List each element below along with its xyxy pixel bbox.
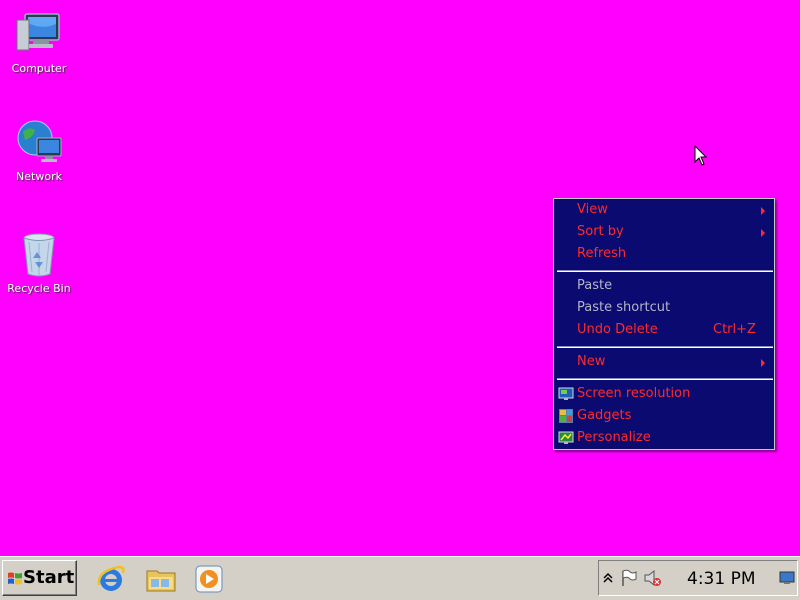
menu-item-gadgets[interactable]: Gadgets [555, 405, 773, 427]
menu-item-label: Undo Delete [577, 322, 658, 337]
menu-item-view[interactable]: View [555, 199, 773, 221]
menu-item-paste-shortcut: Paste shortcut [555, 297, 773, 319]
windows-explorer-icon[interactable] [145, 563, 177, 595]
submenu-arrow-icon [761, 207, 765, 215]
menu-item-personalize[interactable]: Personalize [555, 427, 773, 449]
menu-separator [557, 270, 773, 272]
menu-item-label: Sort by [577, 224, 624, 239]
menu-item-label: Paste [577, 278, 613, 293]
desktop-icon-network[interactable]: Network [1, 118, 77, 183]
menu-item-new[interactable]: New [555, 351, 773, 373]
windows-logo-icon [8, 572, 22, 585]
menu-item-label: View [577, 202, 608, 217]
recycle-bin-icon [15, 230, 63, 278]
taskbar-clock[interactable]: 4:31 PM [687, 569, 756, 589]
notification-area: 4:31 PM [598, 560, 798, 596]
personalize-icon [558, 431, 574, 444]
desktop-icon-computer[interactable]: Computer [1, 10, 77, 75]
desktop-context-menu: View Sort by Refresh Paste Paste shortcu… [553, 198, 775, 450]
menu-item-label: New [577, 354, 606, 369]
start-button-label: Start [23, 567, 75, 588]
start-button[interactable]: Start [2, 560, 77, 596]
show-hidden-icons-chevron[interactable] [603, 572, 613, 584]
menu-item-paste: Paste [555, 275, 773, 297]
computer-icon [15, 10, 63, 58]
menu-item-label: Personalize [577, 430, 651, 445]
taskbar: Start 4:31 PM [0, 556, 800, 600]
submenu-arrow-icon [761, 359, 765, 367]
media-player-icon[interactable] [193, 563, 225, 595]
desktop-icon-recycle-bin[interactable]: Recycle Bin [1, 230, 77, 295]
menu-item-sort-by[interactable]: Sort by [555, 221, 773, 243]
menu-item-undo-delete[interactable]: Undo Delete Ctrl+Z [555, 319, 773, 341]
menu-separator [557, 378, 773, 380]
submenu-arrow-icon [761, 229, 765, 237]
volume-muted-icon[interactable] [643, 569, 663, 587]
desktop-icon-label: Network [16, 170, 62, 183]
internet-explorer-icon[interactable] [95, 563, 127, 595]
show-desktop-icon[interactable] [779, 571, 795, 585]
menu-item-label: Paste shortcut [577, 300, 671, 315]
mouse-cursor-icon [694, 145, 708, 166]
menu-item-label: Gadgets [577, 408, 632, 423]
screen-resolution-icon [558, 387, 574, 400]
action-center-flag-icon[interactable] [620, 569, 638, 587]
menu-item-shortcut: Ctrl+Z [713, 322, 756, 337]
menu-separator [557, 346, 773, 348]
menu-item-label: Screen resolution [577, 386, 691, 401]
desktop-icon-label: Computer [11, 62, 67, 75]
desktop-icon-label: Recycle Bin [7, 282, 71, 295]
network-icon [15, 118, 63, 166]
menu-item-refresh[interactable]: Refresh [555, 243, 773, 265]
gadgets-icon [559, 409, 573, 423]
desktop[interactable]: Computer Network Recycle Bin View Sort b… [0, 0, 800, 556]
menu-item-screen-resolution[interactable]: Screen resolution [555, 383, 773, 405]
menu-item-label: Refresh [577, 246, 627, 261]
